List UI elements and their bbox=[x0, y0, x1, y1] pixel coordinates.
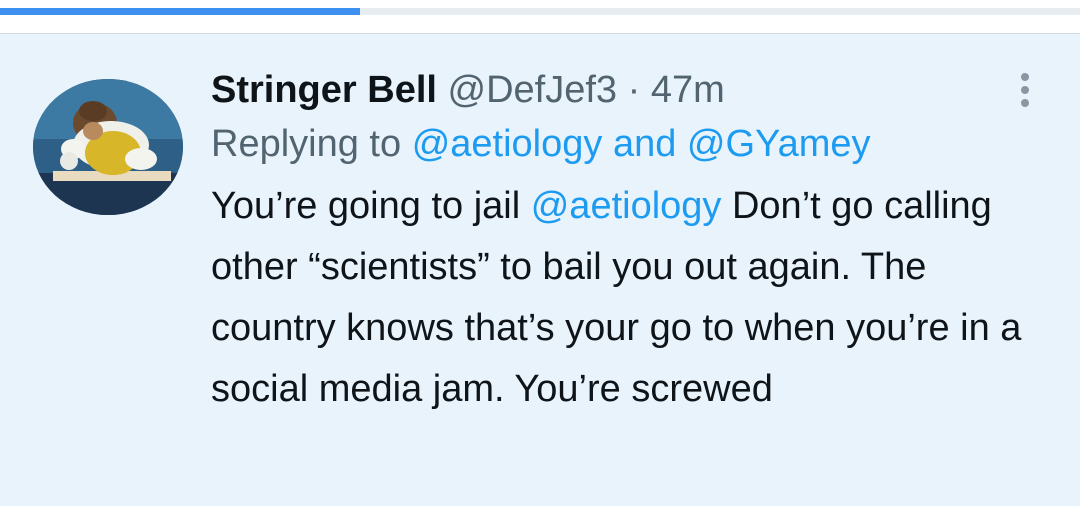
author-name[interactable]: Stringer Bell bbox=[211, 69, 437, 111]
tweet-mention-aetiology[interactable]: @aetiology bbox=[531, 185, 722, 227]
more-vertical-icon[interactable] bbox=[1011, 68, 1039, 108]
timestamp[interactable]: 47m bbox=[651, 69, 725, 111]
reply-and[interactable]: and bbox=[613, 123, 676, 165]
progress-bar bbox=[0, 8, 1080, 15]
avatar-image bbox=[33, 79, 183, 215]
separator: · bbox=[627, 69, 641, 111]
reply-mention-gyamey[interactable]: @GYamey bbox=[687, 123, 871, 165]
tweet-text: You’re going to jail @aetiology Don’t go… bbox=[211, 176, 1051, 420]
top-bar bbox=[0, 0, 1080, 34]
more-dot bbox=[1021, 86, 1029, 94]
tweet-content: Stringer Bell @DefJef3 · 47m Replying to… bbox=[211, 64, 1051, 420]
author-handle[interactable]: @DefJef3 bbox=[448, 69, 618, 111]
more-dot bbox=[1021, 73, 1029, 81]
tweet-header: Stringer Bell @DefJef3 · 47m bbox=[211, 64, 1051, 116]
replying-to: Replying to @aetiology and @GYamey bbox=[211, 116, 1051, 172]
tweet-text-part1: You’re going to jail bbox=[211, 185, 521, 227]
reply-mention-aetiology[interactable]: @aetiology bbox=[412, 123, 603, 165]
tweet-card[interactable]: Stringer Bell @DefJef3 · 47m Replying to… bbox=[0, 34, 1080, 506]
more-dot bbox=[1021, 99, 1029, 107]
progress-bar-fill bbox=[0, 8, 360, 15]
avatar[interactable] bbox=[33, 79, 183, 215]
replying-prefix: Replying to bbox=[211, 123, 402, 165]
